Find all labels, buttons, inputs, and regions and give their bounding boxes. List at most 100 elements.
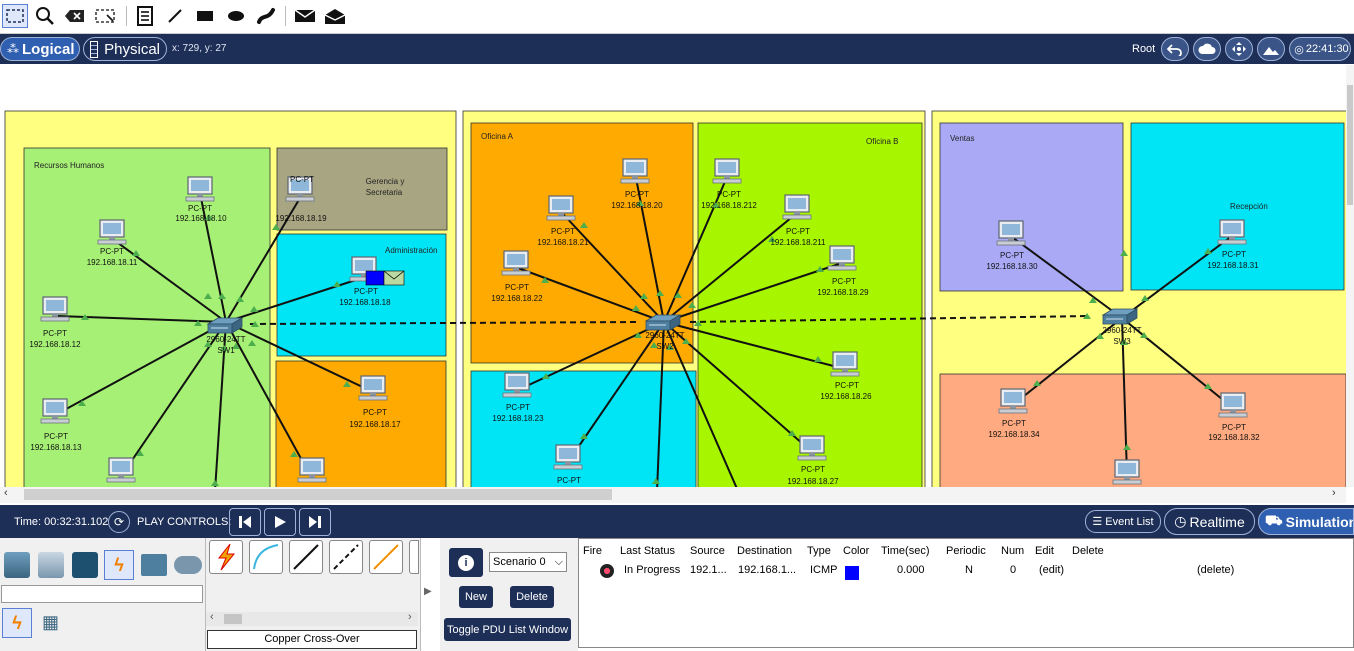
new-scenario-button[interactable]: New [459,586,493,608]
svg-text:PC-PT: PC-PT [1222,423,1246,432]
back-icon[interactable] [1161,37,1190,61]
svg-text:PC-PT: PC-PT [363,408,387,417]
realtime-mode-button[interactable]: ◷ Realtime [1164,508,1255,535]
info-button[interactable]: i [449,548,483,577]
toggle-pdu-list-button[interactable]: Toggle PDU List Window [444,618,571,641]
col-color: Color [843,545,870,557]
svg-text:192.168.18.27: 192.168.18.27 [787,477,839,486]
pc-unlabeled-2[interactable] [297,457,327,483]
logical-workspace[interactable]: Recursos Humanos Gerencia y Secretaria A… [0,65,1346,487]
scroll-right-icon[interactable]: › [1332,487,1336,499]
device-search-input[interactable] [1,585,203,603]
svg-text:PC-PT: PC-PT [551,227,575,236]
scroll-left-icon[interactable]: ‹ [4,487,8,499]
svg-text:PC-PT: PC-PT [1002,419,1026,428]
pc-unlabeled-3[interactable]: PC-PT [553,444,583,485]
col-delete: Delete [1072,545,1104,557]
zone-label-oficina-a: Oficina A [481,132,514,141]
add-simple-pdu-icon[interactable] [292,4,318,28]
svg-text:PC-PT: PC-PT [506,403,530,412]
fiber-icon[interactable] [369,540,403,574]
scenario-panel: i Scenario 0 ⌵ New Delete Toggle PDU List… [440,538,578,651]
ellipse-icon[interactable] [223,4,249,28]
physical-label: Physical [104,40,160,58]
svg-text:192.168.18.13: 192.168.18.13 [30,443,82,452]
zone-label-administracion: Administración [385,246,437,255]
sim-time: Time: 00:32:31.102 [14,516,109,528]
svg-text:PC-PT: PC-PT [1222,250,1246,259]
row-edit-link[interactable]: (edit) [1039,564,1064,576]
rectangle-icon[interactable] [192,4,218,28]
auto-connection-icon[interactable]: ϟ [2,608,32,638]
physical-tab[interactable]: Physical [83,37,167,61]
svg-text:PC-PT: PC-PT [625,190,649,199]
realtime-label: Realtime [1189,513,1245,530]
pdu-list-table: Fire Last Status Source Destination Type… [578,538,1354,648]
svg-text:PC-PT: PC-PT [44,432,68,441]
zoom-icon[interactable] [32,4,58,28]
components-icon[interactable] [72,552,98,578]
step-back-button[interactable] [229,508,261,536]
line-icon[interactable] [162,4,188,28]
delete-scenario-button[interactable]: Delete [510,586,554,608]
col-destination: Destination [737,545,793,557]
end-devices-icon[interactable] [38,552,64,578]
logical-tab[interactable]: ⁂ Logical [0,37,80,61]
svg-text:PC-PT: PC-PT [43,329,67,338]
zone-label-ventas: Ventas [950,134,974,143]
col-time: Time(sec) [881,545,930,557]
pdu-envelope[interactable] [365,270,405,286]
pc-unlabeled-1[interactable] [106,457,136,483]
svg-text:192.168.18.18: 192.168.18.18 [339,298,391,307]
connection-scrollbar[interactable]: ‹ › [206,611,418,626]
delete-icon[interactable] [62,4,88,28]
select-icon[interactable] [2,4,28,28]
freeform-icon[interactable] [253,4,279,28]
simulation-mode-button[interactable]: ⛟ Simulation [1258,508,1354,535]
row-delete-link[interactable]: (delete) [1197,564,1234,576]
step-forward-button[interactable] [299,508,331,536]
reset-time-icon[interactable]: ⟳ [108,511,130,533]
play-button[interactable] [264,508,296,536]
vertical-scrollbar[interactable] [1346,65,1354,487]
realtime-clock-icon: ◷ [1174,513,1187,529]
svg-text:192.168.18.34: 192.168.18.34 [988,430,1040,439]
physical-icon [90,40,99,58]
svg-text:192.168.18.212: 192.168.18.212 [701,201,757,210]
collapse-panel-icon[interactable]: ▶ [424,586,432,597]
move-icon[interactable] [1225,37,1254,61]
copper-cross-over-icon[interactable] [329,540,363,574]
info-icon: i [458,554,474,571]
copper-straight-through-icon[interactable] [289,540,323,574]
cluster-cloud-icon[interactable] [1193,37,1222,61]
automatic-connection-icon[interactable] [209,540,243,574]
connections-category-icon[interactable]: ϟ [104,550,134,580]
misc-folder-icon[interactable] [141,554,167,576]
zone-label-gerencia-2: Secretaria [366,188,403,197]
row-source: 192.1... [690,564,727,576]
clock-display[interactable]: ◎ 22:41:30 [1289,37,1352,61]
more-connections-icon[interactable] [409,540,419,574]
svg-text:PC-PT: PC-PT [786,227,810,236]
simulation-runner-icon: ⛟ [1265,512,1283,528]
console-cable-icon[interactable] [249,540,283,574]
svg-text:192.168.18.31: 192.168.18.31 [1207,261,1259,270]
multiuser-cloud-icon[interactable] [174,556,202,574]
svg-text:PC-PT: PC-PT [505,283,529,292]
note-icon[interactable] [132,4,158,28]
col-type: Type [807,545,831,557]
grid-icon[interactable]: ▦ [42,612,62,632]
pc-unlabeled-4[interactable] [1112,459,1142,485]
svg-text:PC-PT: PC-PT [832,277,856,286]
scenario-select[interactable]: Scenario 0 ⌵ [489,552,567,572]
svg-text:192.168.18.211: 192.168.18.211 [770,238,826,247]
background-image-icon[interactable] [1257,37,1286,61]
scenario-value: Scenario 0 [493,556,546,568]
network-devices-icon[interactable] [4,552,30,578]
add-complex-pdu-icon[interactable] [322,4,348,28]
event-list-button[interactable]: ☰ Event List [1085,510,1161,533]
col-periodic: Periodic [946,545,986,557]
fire-status-icon[interactable] [600,564,614,578]
resize-icon[interactable] [92,4,118,28]
horizontal-scrollbar[interactable]: ‹ › [0,487,1346,503]
